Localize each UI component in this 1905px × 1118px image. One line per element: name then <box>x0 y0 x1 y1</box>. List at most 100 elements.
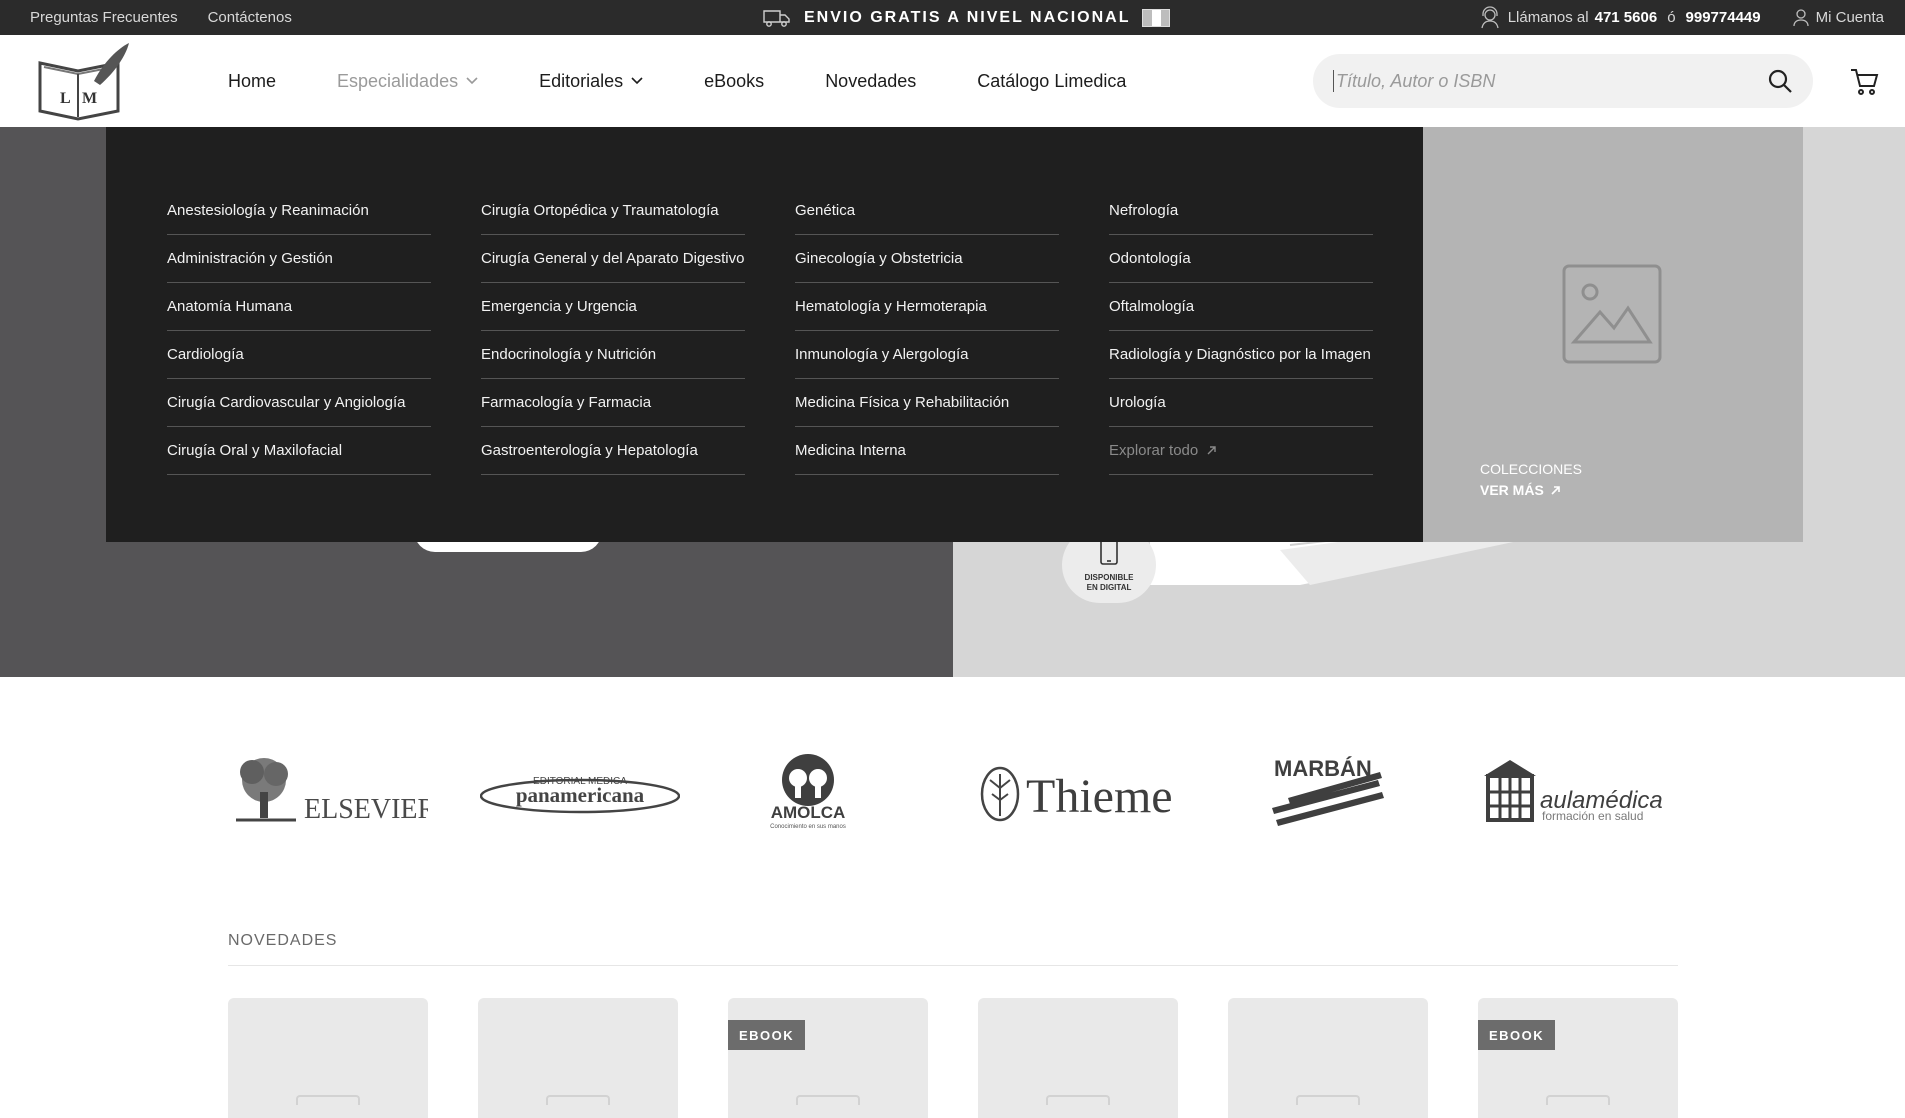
marban-wordmark: MARBÁN <box>1274 756 1372 781</box>
product-card[interactable] <box>228 998 428 1118</box>
product-card[interactable] <box>1228 998 1428 1118</box>
mega-column-4: Nefrología Odontología Oftalmología Radi… <box>1109 187 1373 475</box>
mega-item[interactable]: Administración y Gestión <box>167 235 431 283</box>
peru-flag-icon <box>1142 8 1171 27</box>
contact-info: Llámanos al 471 5606 ó 999774449 Mi Cuen… <box>1478 0 1884 35</box>
faq-link[interactable]: Preguntas Frecuentes <box>30 9 178 26</box>
mega-item[interactable]: Medicina Interna <box>795 427 1059 475</box>
support-agent-icon <box>1481 5 1499 28</box>
mega-column-2: Cirugía Ortopédica y Traumatología Cirug… <box>481 187 745 475</box>
product-card[interactable] <box>978 998 1178 1118</box>
mega-item[interactable]: Genética <box>795 187 1059 235</box>
mega-item[interactable]: Inmunología y Alergología <box>795 331 1059 379</box>
brand-aulamedica[interactable]: aulamédica formación en salud <box>1480 752 1680 832</box>
especialidades-mega-menu: Anestesiología y Reanimación Administrac… <box>106 127 1423 542</box>
publisher-brands: ELSEVIER EDITORIAL MEDICA panamericana A… <box>228 752 1678 832</box>
image-placeholder-icon <box>796 1095 860 1105</box>
chevron-down-icon <box>631 77 643 85</box>
explore-all-label: Explorar todo <box>1109 442 1199 459</box>
image-placeholder-icon <box>1562 264 1662 364</box>
main-nav: Home Especialidades Editoriales eBooks N… <box>228 35 1126 127</box>
nav-home[interactable]: Home <box>228 71 276 92</box>
explore-all-link[interactable]: Explorar todo <box>1109 427 1373 475</box>
product-card[interactable]: EBOOK <box>1478 998 1678 1118</box>
mega-item[interactable]: Cirugía General y del Aparato Digestivo <box>481 235 745 283</box>
mega-item[interactable]: Cardiología <box>167 331 431 379</box>
nav-editoriales-label: Editoriales <box>539 70 624 91</box>
mega-item[interactable]: Anatomía Humana <box>167 283 431 331</box>
phone-2[interactable]: 999774449 <box>1686 9 1761 26</box>
cart-icon[interactable] <box>1848 65 1880 97</box>
image-placeholder-icon <box>1296 1095 1360 1105</box>
brand-marban[interactable]: MARBÁN <box>1268 752 1388 832</box>
brand-amolca[interactable]: AMOLCA Conocimiento en sus manos <box>753 752 863 832</box>
truck-icon <box>763 9 790 27</box>
mega-item[interactable]: Gastroenterología y Hepatología <box>481 427 745 475</box>
mega-item[interactable]: Cirugía Cardiovascular y Angiología <box>167 379 431 427</box>
svg-text:L: L <box>60 90 71 107</box>
nav-especialidades[interactable]: Especialidades <box>337 71 478 92</box>
top-bar: Preguntas Frecuentes Contáctenos ENVIO G… <box>0 0 1905 35</box>
ver-mas-link[interactable]: VER MÁS <box>1480 482 1561 498</box>
mega-item[interactable]: Anestesiología y Reanimación <box>167 187 431 235</box>
contact-link[interactable]: Contáctenos <box>208 9 292 26</box>
account-label: Mi Cuenta <box>1815 9 1884 26</box>
account-link[interactable]: Mi Cuenta <box>1792 8 1884 27</box>
phone-1[interactable]: 471 5606 <box>1595 9 1658 26</box>
mega-item[interactable]: Ginecología y Obstetricia <box>795 235 1059 283</box>
arrow-up-right-icon <box>1551 485 1560 495</box>
arrow-up-right-icon <box>1207 446 1216 455</box>
mega-item[interactable]: Radiología y Diagnóstico por la Imagen <box>1109 331 1373 379</box>
image-placeholder-icon <box>296 1095 360 1105</box>
nav-novedades-label: Novedades <box>825 70 917 91</box>
image-placeholder-icon <box>1546 1095 1610 1105</box>
limedica-logo[interactable]: L M <box>34 41 130 121</box>
mega-item[interactable]: Cirugía Ortopédica y Traumatología <box>481 187 745 235</box>
novedades-title: NOVEDADES <box>228 932 338 949</box>
product-card[interactable] <box>478 998 678 1118</box>
ebook-badge: EBOOK <box>728 1020 806 1050</box>
mega-item[interactable]: Hematología y Hermoterapia <box>795 283 1059 331</box>
mega-item[interactable]: Cirugía Oral y Maxilofacial <box>167 427 431 475</box>
product-card[interactable]: EBOOK <box>728 998 928 1118</box>
nav-novedades[interactable]: Novedades <box>825 71 916 92</box>
nav-editoriales[interactable]: Editoriales <box>539 71 643 92</box>
nav-catalogo-label: Catálogo Limedica <box>977 70 1127 91</box>
elsevier-wordmark: ELSEVIER <box>304 794 428 825</box>
mega-item[interactable]: Medicina Física y Rehabilitación <box>795 379 1059 427</box>
search-icon[interactable] <box>1767 68 1793 94</box>
brand-panamericana[interactable]: EDITORIAL MEDICA panamericana <box>479 752 681 832</box>
brand-elsevier[interactable]: ELSEVIER <box>228 752 437 832</box>
main-header: L M Home Especialidades Editoriales eBoo… <box>0 35 1905 127</box>
aulamedica-tagline: formación en salud <box>1542 809 1643 823</box>
mega-item[interactable]: Endocrinología y Nutrición <box>481 331 745 379</box>
nav-catalogo[interactable]: Catálogo Limedica <box>977 71 1126 92</box>
top-links: Preguntas Frecuentes Contáctenos <box>30 0 292 35</box>
chevron-down-icon <box>466 77 478 85</box>
novedades-divider <box>228 965 1678 966</box>
call-label: Llámanos al <box>1507 9 1589 26</box>
image-placeholder-icon <box>546 1095 610 1105</box>
mega-column-1: Anestesiología y Reanimación Administrac… <box>167 187 431 475</box>
mega-item[interactable]: Nefrología <box>1109 187 1373 235</box>
colecciones-panel: COLECCIONES VER MÁS <box>1423 127 1803 542</box>
nav-home-label: Home <box>228 70 277 91</box>
nav-ebooks[interactable]: eBooks <box>704 71 764 92</box>
mega-item[interactable]: Odontología <box>1109 235 1373 283</box>
nav-especialidades-label: Especialidades <box>337 70 459 91</box>
elsevier-tree-icon: ELSEVIER <box>236 758 437 825</box>
shipping-promo: ENVIO GRATIS A NIVEL NACIONAL <box>762 0 1171 35</box>
mega-item[interactable]: Farmacología y Farmacia <box>481 379 745 427</box>
search-box <box>1313 54 1813 108</box>
search-input[interactable] <box>1336 70 1767 92</box>
nav-ebooks-label: eBooks <box>704 70 765 91</box>
amolca-tagline: Conocimiento en sus manos <box>770 824 846 830</box>
digital-badge-text: DISPONIBLE EN DIGITAL <box>1084 573 1134 592</box>
text-cursor <box>1333 70 1334 92</box>
thieme-wordmark: Thieme <box>1026 770 1173 823</box>
brand-thieme[interactable]: Thieme <box>980 752 1185 832</box>
mega-item[interactable]: Urología <box>1109 379 1373 427</box>
mega-item[interactable]: Emergencia y Urgencia <box>481 283 745 331</box>
mega-item[interactable]: Oftalmología <box>1109 283 1373 331</box>
ebook-badge: EBOOK <box>1478 1020 1556 1050</box>
